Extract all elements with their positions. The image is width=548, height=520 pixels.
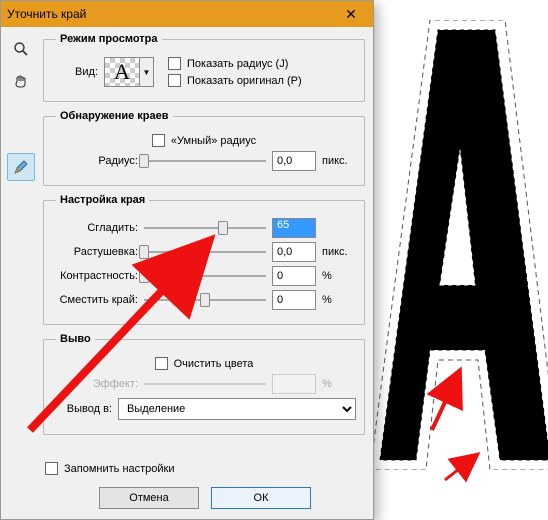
view-mode-legend: Режим просмотра [56, 33, 162, 45]
effect-input [272, 374, 316, 394]
show-radius-label: Показать радиус (J) [187, 58, 288, 70]
contrast-slider[interactable] [144, 267, 266, 285]
contrast-unit: % [322, 270, 356, 282]
decontaminate-checkbox[interactable] [155, 357, 168, 370]
smart-radius-label: «Умный» радиус [171, 135, 256, 147]
view-thumbnail[interactable]: A [104, 57, 140, 87]
show-original-label: Показать оригинал (P) [187, 75, 302, 87]
shift-edge-unit: % [322, 294, 356, 306]
view-mode-group: Режим просмотра Вид: A ▼ Показать радиус… [43, 33, 365, 102]
tool-strip [7, 33, 37, 454]
output-legend: Выво [56, 333, 95, 345]
smooth-label: Сгладить: [52, 222, 138, 234]
feather-label: Растушевка: [52, 246, 138, 258]
feather-unit: пикс. [322, 246, 356, 258]
radius-input[interactable] [272, 151, 316, 171]
smart-radius-checkbox[interactable] [152, 134, 165, 147]
output-group: Выво Очистить цвета Эффект: % Вывод в: [43, 333, 365, 435]
output-to-label: Вывод в: [52, 403, 112, 415]
refine-brush-tool[interactable] [7, 153, 35, 181]
contrast-input[interactable] [272, 266, 316, 286]
shift-edge-input[interactable] [272, 290, 316, 310]
cancel-button[interactable]: Отмена [99, 487, 199, 509]
shift-edge-label: Сместить край: [52, 294, 138, 306]
edge-detection-group: Обнаружение краев «Умный» радиус Радиус:… [43, 110, 365, 186]
contrast-label: Контрастность: [52, 270, 138, 282]
show-radius-checkbox[interactable] [168, 57, 181, 70]
smooth-input[interactable]: 65 [272, 218, 316, 238]
hand-tool[interactable] [7, 67, 35, 95]
titlebar[interactable]: Уточнить край ✕ [1, 1, 373, 27]
effect-unit: % [322, 378, 356, 390]
radius-slider[interactable] [144, 152, 266, 170]
remember-settings-label: Запомнить настройки [64, 463, 175, 475]
smooth-slider[interactable] [144, 219, 266, 237]
remember-settings-checkbox[interactable] [45, 462, 58, 475]
output-to-select[interactable]: Выделение [118, 398, 356, 420]
effect-slider [144, 375, 266, 393]
radius-unit: пикс. [322, 155, 356, 167]
edge-adjust-group: Настройка края Сгладить: 65 Растушевка: … [43, 194, 365, 325]
decontaminate-label: Очистить цвета [174, 358, 254, 370]
refine-edge-dialog: Уточнить край ✕ Режим просмотра Вид: [0, 0, 374, 520]
canvas-selection-preview [370, 20, 548, 470]
close-button[interactable]: ✕ [335, 4, 367, 24]
dialog-title: Уточнить край [7, 7, 86, 21]
feather-input[interactable] [272, 242, 316, 262]
show-original-checkbox[interactable] [168, 74, 181, 87]
view-label: Вид: [52, 66, 98, 78]
view-thumb-letter: A [114, 59, 130, 85]
radius-label: Радиус: [52, 155, 138, 167]
edge-adjust-legend: Настройка края [56, 194, 149, 206]
feather-slider[interactable] [144, 243, 266, 261]
shift-edge-slider[interactable] [144, 291, 266, 309]
view-dropdown-arrow[interactable]: ▼ [140, 57, 154, 87]
edge-detection-legend: Обнаружение краев [56, 110, 173, 122]
zoom-tool[interactable] [7, 35, 35, 63]
ok-button[interactable]: ОК [211, 487, 311, 509]
effect-label: Эффект: [52, 378, 138, 390]
